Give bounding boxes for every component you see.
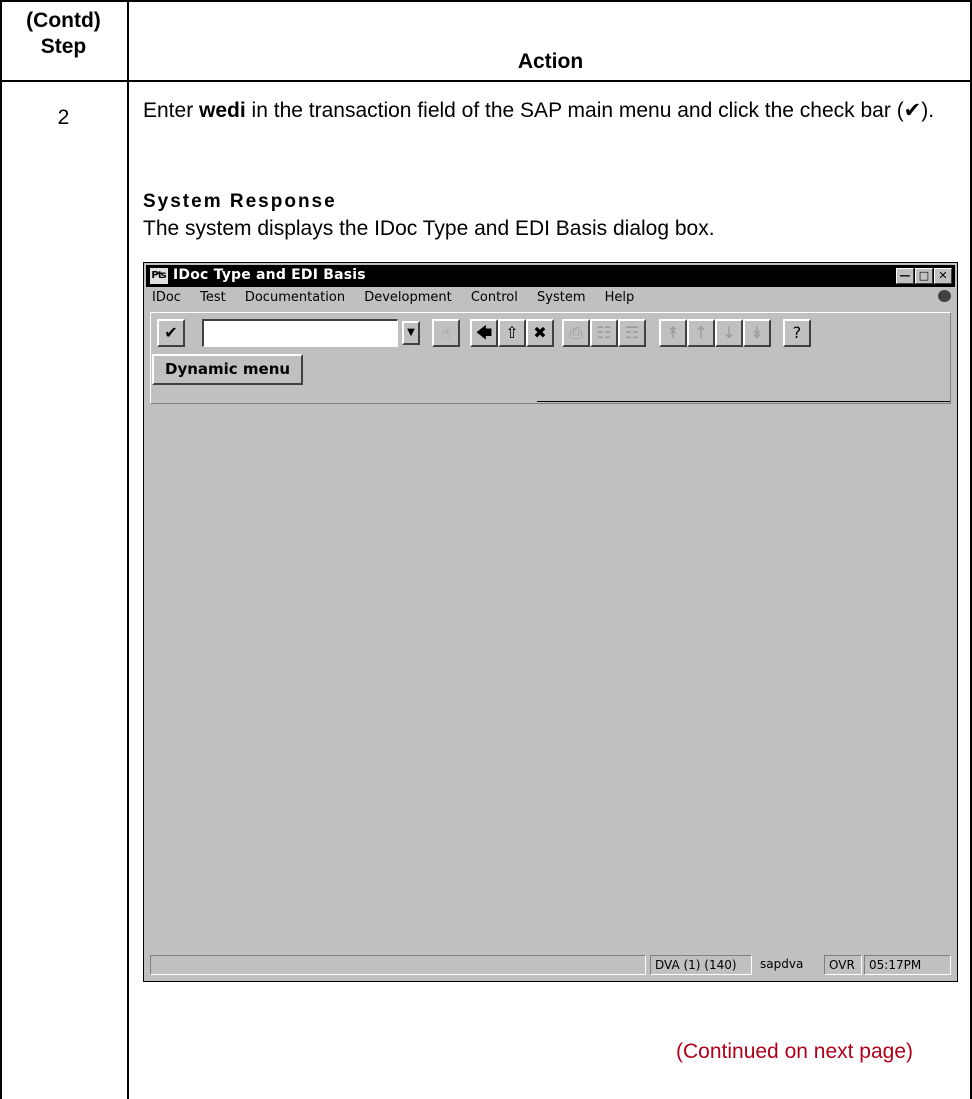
command-field[interactable]: [202, 319, 398, 347]
header-action: Action: [517, 50, 584, 73]
help-icon[interactable]: ?: [783, 319, 811, 347]
enter-check-icon[interactable]: ✔: [157, 319, 185, 347]
system-response-text: The system displays the IDoc Type and ED…: [143, 217, 715, 240]
print-icon[interactable]: ⎙: [562, 319, 590, 347]
sap-window: ₧ IDoc Type and EDI Basis — □ ✕ IDoc Tes…: [143, 262, 958, 982]
save-icon[interactable]: ☝: [432, 319, 460, 347]
menu-documentation[interactable]: Documentation: [243, 289, 347, 306]
window-controls: — □ ✕: [895, 268, 952, 284]
menu-idoc[interactable]: IDoc: [150, 289, 183, 306]
step-instruction: Enter wedi in the transaction field of t…: [143, 96, 958, 125]
status-system: DVA (1) (140): [650, 955, 752, 975]
menu-bar: IDoc Test Documentation Development Cont…: [148, 289, 953, 309]
table-header-divider: [0, 80, 972, 82]
status-message: [150, 955, 646, 975]
command-input[interactable]: [204, 321, 397, 346]
last-page-icon[interactable]: ↡: [743, 319, 771, 347]
cancel-x-icon[interactable]: ✖: [526, 319, 554, 347]
session-status-icon[interactable]: [938, 290, 951, 302]
exit-up-icon[interactable]: ⇧: [498, 319, 526, 347]
back-arrow-icon[interactable]: 🡄: [470, 319, 498, 347]
find-icon[interactable]: ☷: [590, 319, 618, 347]
status-mode: OVR: [824, 955, 862, 975]
find-next-icon[interactable]: ☶: [618, 319, 646, 347]
menu-control[interactable]: Control: [469, 289, 520, 306]
next-page-icon[interactable]: ↓: [715, 319, 743, 347]
first-page-icon[interactable]: ↟: [659, 319, 687, 347]
instruction-keyword: wedi: [199, 99, 246, 122]
continued-note: (Continued on next page): [676, 1040, 913, 1063]
window-titlebar[interactable]: ₧ IDoc Type and EDI Basis — □ ✕: [146, 265, 955, 287]
instruction-pre: Enter: [143, 99, 200, 122]
table-left-border: [0, 0, 2, 1099]
header-step: (Contd) Step: [0, 8, 127, 60]
menu-test[interactable]: Test: [198, 289, 228, 306]
system-response-heading: System Response: [143, 191, 337, 212]
close-icon[interactable]: ✕: [934, 268, 952, 284]
menu-development[interactable]: Development: [362, 289, 454, 306]
dynamic-menu-button[interactable]: Dynamic menu: [152, 354, 304, 385]
menu-help[interactable]: Help: [603, 289, 637, 306]
minimize-icon[interactable]: —: [896, 268, 914, 284]
toolbar-divider: [537, 401, 950, 402]
procedure-table: (Contd) Step Action 2 Enter wedi in the …: [0, 0, 972, 1099]
sap-app-icon[interactable]: ₧: [150, 268, 168, 284]
status-server: sapdva: [760, 957, 804, 971]
maximize-icon[interactable]: □: [915, 268, 933, 284]
window-title: IDoc Type and EDI Basis: [173, 267, 366, 283]
table-top-border: [0, 0, 972, 2]
step-number: 2: [57, 106, 70, 129]
menu-system[interactable]: System: [535, 289, 587, 306]
command-dropdown-icon[interactable]: ▼: [402, 321, 420, 345]
status-time: 05:17PM: [864, 955, 951, 975]
header-step-line1: (Contd): [26, 9, 101, 32]
instruction-post: in the transaction field of the SAP main…: [245, 99, 935, 122]
previous-page-icon[interactable]: ↑: [687, 319, 715, 347]
table-column-divider: [127, 0, 129, 1099]
header-step-line2: Step: [40, 35, 87, 58]
standard-toolbar: ✔ ▼ ☝ 🡄 ⇧ ✖ ⎙ ☷ ☶ ↟ ↑ ↓ ↡ ? Dynamic menu: [150, 312, 951, 404]
status-bar: DVA (1) (140) sapdva OVR 05:17PM: [150, 955, 951, 977]
